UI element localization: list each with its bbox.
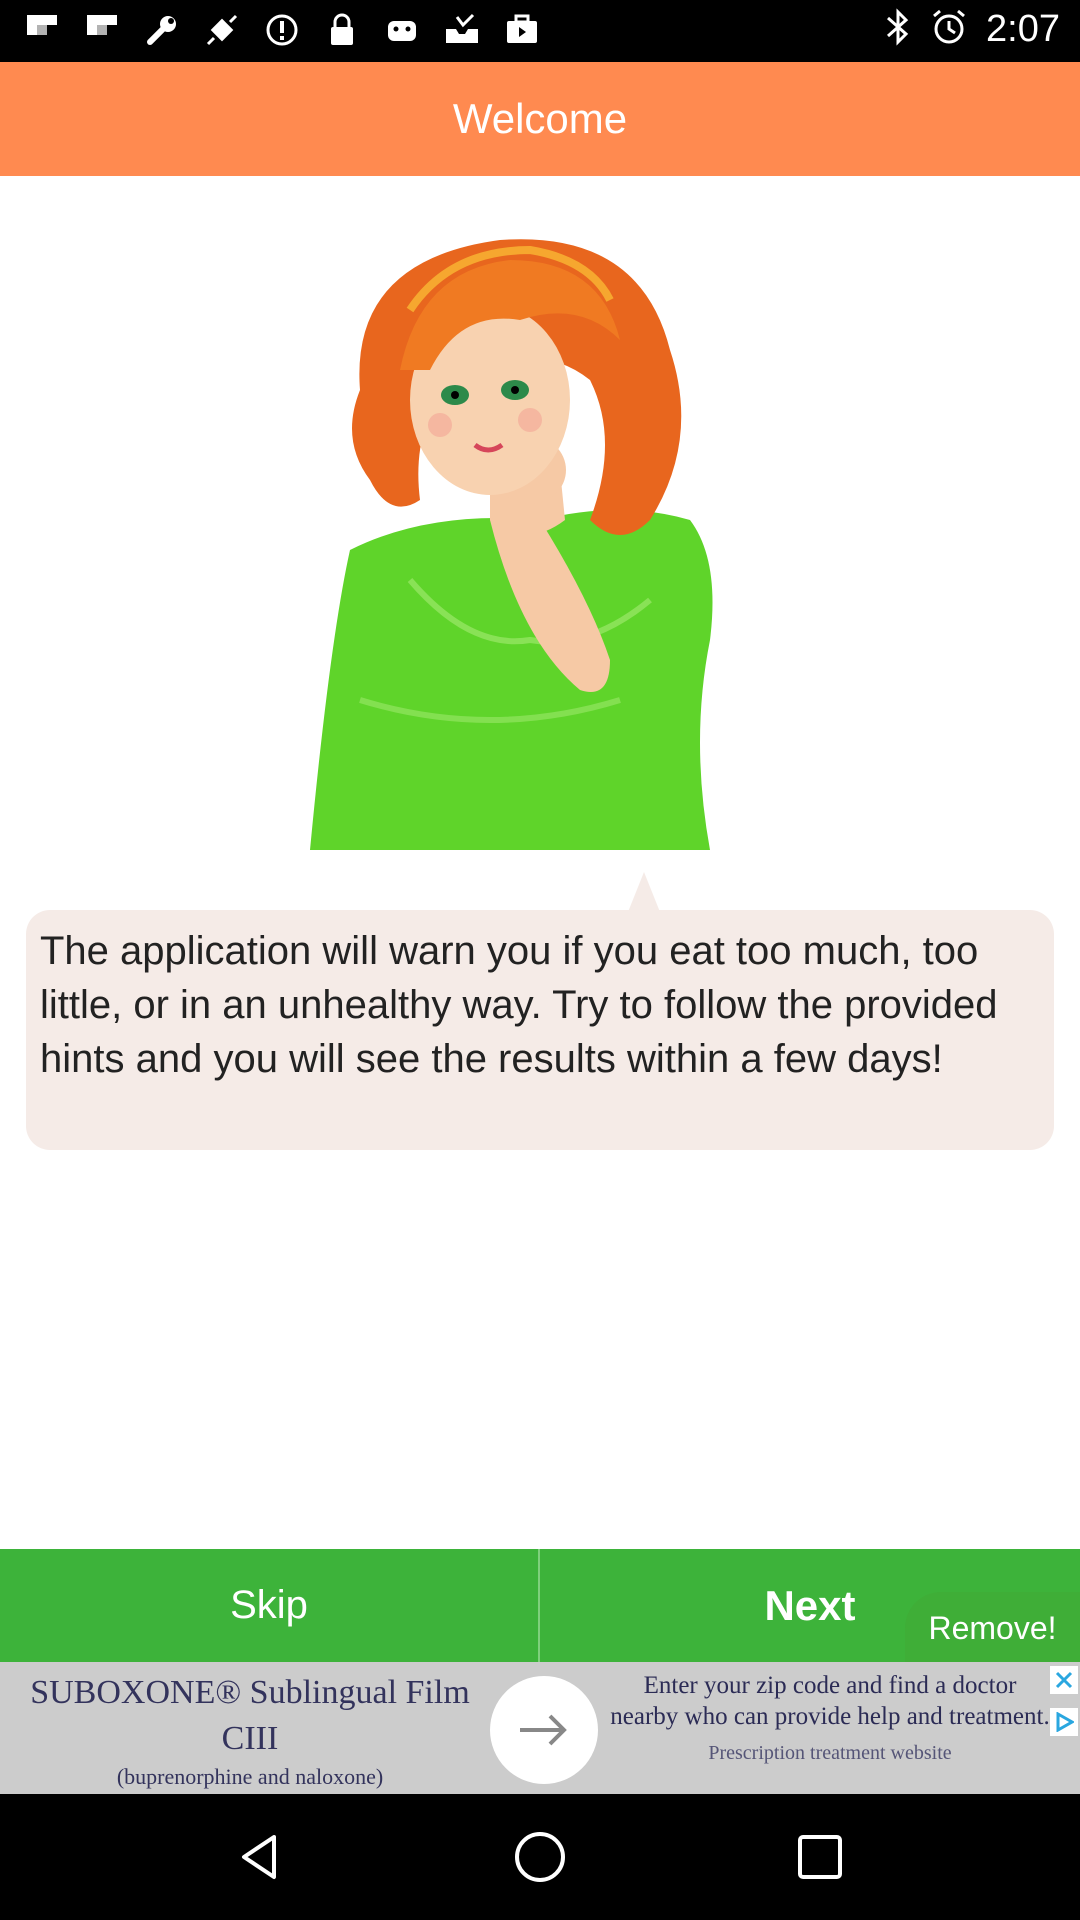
ad-body: Enter your zip code and find a doctor ne… <box>610 1672 1050 1730</box>
arrow-right-icon[interactable] <box>490 1676 598 1784</box>
speech-bubble: The application will warn you if you eat… <box>26 910 1054 1150</box>
cartoon-girl-image <box>290 220 790 850</box>
ad-title: SUBOXONE® Sublingual Film CIII <box>30 1674 470 1757</box>
bluetooth-icon <box>884 8 912 51</box>
ad-left-text: SUBOXONE® Sublingual Film CIII (buprenor… <box>10 1670 490 1790</box>
remove-ads-button[interactable]: Remove! <box>905 1592 1080 1664</box>
fake-gps-icon <box>202 10 242 50</box>
app-header: Welcome <box>0 62 1080 176</box>
ad-right-text: Enter your zip code and find a doctor ne… <box>610 1670 1050 1765</box>
info-icon <box>262 10 302 50</box>
briefcase-icon <box>502 10 542 50</box>
speech-text: The application will warn you if you eat… <box>40 929 998 1081</box>
flipboard-icon <box>82 10 122 50</box>
android-icon <box>382 10 422 50</box>
notification-icons <box>22 10 542 50</box>
lock-icon <box>322 10 362 50</box>
alarm-icon <box>930 8 968 51</box>
home-icon[interactable] <box>500 1817 580 1897</box>
ad-subtitle: (buprenorphine and naloxone) <box>116 1764 384 1789</box>
skip-button[interactable]: Skip <box>0 1549 540 1662</box>
navigation-bar <box>0 1794 1080 1920</box>
ad-banner[interactable]: SUBOXONE® Sublingual Film CIII (buprenor… <box>0 1662 1080 1794</box>
status-time: 2:07 <box>986 8 1060 50</box>
status-bar: 2:07 <box>0 0 1080 62</box>
adchoices-icon[interactable] <box>1050 1708 1078 1736</box>
close-icon[interactable] <box>1050 1666 1078 1694</box>
inbox-icon <box>442 10 482 50</box>
page-title: Welcome <box>452 95 628 142</box>
system-status: 2:07 <box>884 8 1060 51</box>
back-icon[interactable] <box>220 1817 300 1897</box>
speech-bubble-tail <box>628 872 660 912</box>
wrench-icon <box>142 10 182 50</box>
ad-footer: Prescription treatment website <box>708 1742 952 1764</box>
flipboard-icon <box>22 10 62 50</box>
recents-icon[interactable] <box>780 1817 860 1897</box>
